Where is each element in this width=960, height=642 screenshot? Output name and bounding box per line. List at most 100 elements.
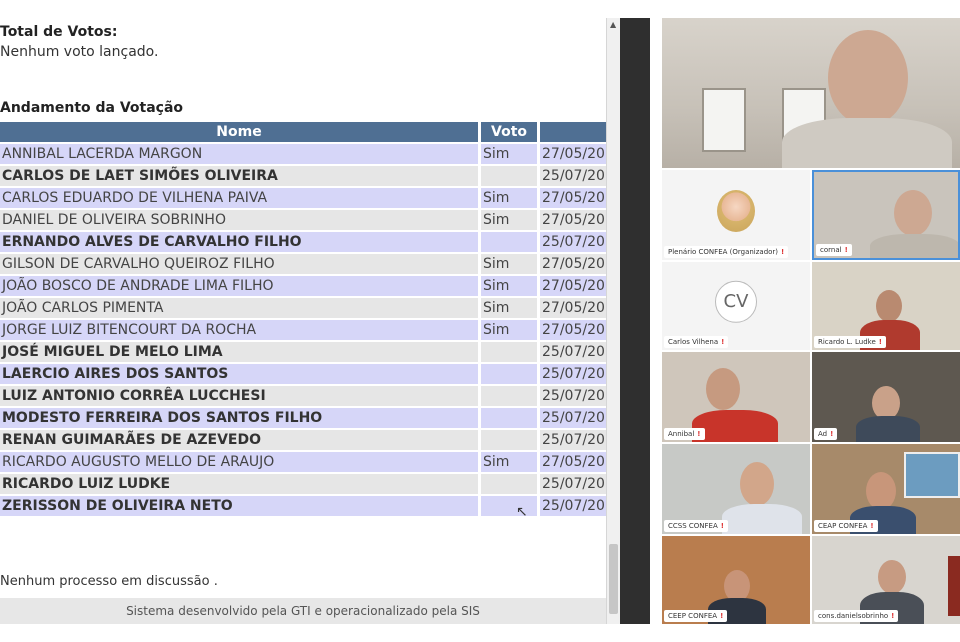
table-row: GILSON DE CARVALHO QUEIROZ FILHO Sim 27/05… bbox=[0, 254, 606, 274]
participant-label: Plenário CONFEA (Organizador)! bbox=[664, 246, 789, 258]
cell-voto: Sim bbox=[478, 276, 537, 296]
cell-data: 27/05/20 bbox=[537, 188, 606, 208]
cell-voto bbox=[478, 474, 537, 494]
cell-voto: Sim bbox=[478, 320, 537, 340]
cell-voto: Sim bbox=[478, 254, 537, 274]
cell-nome: DANIEL DE OLIVEIRA SOBRINHO bbox=[0, 210, 478, 230]
cell-voto bbox=[478, 364, 537, 384]
cell-nome: RICARDO AUGUSTO MELLO DE ARAUJO bbox=[0, 452, 478, 472]
participant-head bbox=[706, 368, 740, 410]
vertical-scrollbar[interactable]: ▲ bbox=[606, 18, 621, 624]
participant-label: Ricardo L. Ludke! bbox=[814, 336, 886, 348]
split-divider bbox=[620, 18, 650, 624]
table-row: JOÃO BOSCO DE ANDRADE LIMA FILHO Sim 27/05… bbox=[0, 276, 606, 296]
participant-tile-8[interactable]: CEEP CONFEA! bbox=[662, 536, 810, 624]
cell-nome: GILSON DE CARVALHO QUEIROZ FILHO bbox=[0, 254, 478, 274]
cell-data: 25/07/20 bbox=[537, 474, 606, 494]
cell-data: 27/05/20 bbox=[537, 452, 606, 472]
cell-nome: CARLOS DE LAET SIMÕES OLIVEIRA bbox=[0, 166, 478, 186]
participant-initials-avatar: CV bbox=[715, 280, 757, 323]
participant-head bbox=[740, 462, 774, 506]
table-row: DANIEL DE OLIVEIRA SOBRINHO Sim 27/05/20 bbox=[0, 210, 606, 230]
main-speaker-video[interactable] bbox=[662, 18, 960, 168]
red-object bbox=[948, 556, 960, 616]
participant-body bbox=[722, 504, 802, 534]
top-strip bbox=[0, 0, 960, 18]
cell-data: 27/05/20 bbox=[537, 320, 606, 340]
table-row: LAERCIO AIRES DOS SANTOS 25/07/20 bbox=[0, 364, 606, 384]
cell-data: 27/05/20 bbox=[537, 210, 606, 230]
participant-body bbox=[856, 416, 920, 442]
participant-label: CEEP CONFEA! bbox=[664, 610, 728, 622]
cell-nome: JOSÉ MIGUEL DE MELO LIMA bbox=[0, 342, 478, 362]
cell-voto bbox=[478, 408, 537, 428]
cell-data: 25/07/20 bbox=[537, 166, 606, 186]
participant-head bbox=[878, 560, 906, 594]
cell-voto: Sim bbox=[478, 298, 537, 318]
table-row: RENAN GUIMARÃES DE AZEVEDO 25/07/20 bbox=[0, 430, 606, 450]
cell-nome: ANNIBAL LACERDA MARGON bbox=[0, 144, 478, 164]
cell-nome: LAERCIO AIRES DOS SANTOS bbox=[0, 364, 478, 384]
participant-head bbox=[876, 290, 902, 322]
scrollbar-thumb[interactable] bbox=[609, 544, 618, 614]
votes-table: Nome Voto ANNIBAL LACERDA MARGON Sim 27/05… bbox=[0, 120, 606, 518]
participant-tile-5[interactable]: Ad! bbox=[812, 352, 960, 442]
table-row: ANNIBAL LACERDA MARGON Sim 27/05/20 bbox=[0, 144, 606, 164]
cell-data: 27/05/20 bbox=[537, 254, 606, 274]
table-row: CARLOS EDUARDO DE VILHENA PAIVA Sim 27/05/… bbox=[0, 188, 606, 208]
table-row: CARLOS DE LAET SIMÕES OLIVEIRA 25/07/20 bbox=[0, 166, 606, 186]
cell-data: 25/07/20 bbox=[537, 364, 606, 384]
voting-panel: Total de Votos: Nenhum voto lançado. And… bbox=[0, 18, 606, 624]
cell-data: 27/05/20 bbox=[537, 298, 606, 318]
cell-nome: MODESTO FERREIRA DOS SANTOS FILHO bbox=[0, 408, 478, 428]
participant-tile-3[interactable]: Ricardo L. Ludke! bbox=[812, 262, 960, 350]
participant-label: cornal! bbox=[816, 244, 852, 256]
participant-head bbox=[866, 472, 896, 510]
participant-tile-2[interactable]: CV Carlos Vilhena! bbox=[662, 262, 810, 350]
participant-label: Annibal! bbox=[664, 428, 705, 440]
cell-nome: JOÃO CARLOS PIMENTA bbox=[0, 298, 478, 318]
table-row: RICARDO LUIZ LUDKE 25/07/20 bbox=[0, 474, 606, 494]
window-shape bbox=[702, 88, 746, 152]
scroll-up-arrow-icon[interactable]: ▲ bbox=[610, 20, 616, 29]
cell-data: 27/05/20 bbox=[537, 144, 606, 164]
participant-head bbox=[894, 190, 932, 236]
participant-tile-4[interactable]: Annibal! bbox=[662, 352, 810, 442]
cell-nome: LUIZ ANTONIO CORRÊA LUCCHESI bbox=[0, 386, 478, 406]
participant-tile-9[interactable]: cons.danielsobrinho! bbox=[812, 536, 960, 624]
total-votes-text: Nenhum voto lançado. bbox=[0, 44, 159, 60]
cell-nome: JOÃO BOSCO DE ANDRADE LIMA FILHO bbox=[0, 276, 478, 296]
cell-voto bbox=[478, 386, 537, 406]
column-header-data bbox=[537, 122, 606, 142]
participant-label: CCSS CONFEA! bbox=[664, 520, 728, 532]
cell-voto bbox=[478, 342, 537, 362]
cell-voto bbox=[478, 496, 537, 516]
wall-painting bbox=[904, 452, 960, 498]
cell-data: 25/07/20 bbox=[537, 430, 606, 450]
table-row: RICARDO AUGUSTO MELLO DE ARAUJO Sim 27/05/… bbox=[0, 452, 606, 472]
cell-voto: Sim bbox=[478, 210, 537, 230]
column-header-nome: Nome bbox=[0, 122, 478, 142]
table-row: LUIZ ANTONIO CORRÊA LUCCHESI 25/07/20 bbox=[0, 386, 606, 406]
participant-tile-1[interactable]: cornal! bbox=[812, 170, 960, 260]
participant-tile-7[interactable]: CEAP CONFEA! bbox=[812, 444, 960, 534]
participant-tile-6[interactable]: CCSS CONFEA! bbox=[662, 444, 810, 534]
participant-body bbox=[870, 234, 958, 258]
votes-table-body: ANNIBAL LACERDA MARGON Sim 27/05/20 CARLOS … bbox=[0, 144, 606, 516]
bottom-strip bbox=[0, 624, 960, 642]
participant-avatar-photo bbox=[717, 190, 755, 233]
total-votes-title: Total de Votos: bbox=[0, 24, 118, 40]
table-row: ERNANDO ALVES DE CARVALHO FILHO 25/07/20 bbox=[0, 232, 606, 252]
cell-nome: ERNANDO ALVES DE CARVALHO FILHO bbox=[0, 232, 478, 252]
mouse-cursor-icon: ↖ bbox=[516, 504, 528, 520]
cell-data: 25/07/20 bbox=[537, 342, 606, 362]
cell-nome: JORGE LUIZ BITENCOURT DA ROCHA bbox=[0, 320, 478, 340]
table-row: JORGE LUIZ BITENCOURT DA ROCHA Sim 27/05/2… bbox=[0, 320, 606, 340]
cell-voto bbox=[478, 430, 537, 450]
cell-nome: CARLOS EDUARDO DE VILHENA PAIVA bbox=[0, 188, 478, 208]
participant-label: CEAP CONFEA! bbox=[814, 520, 878, 532]
cell-data: 25/07/20 bbox=[537, 386, 606, 406]
participant-tile-0[interactable]: Plenário CONFEA (Organizador)! bbox=[662, 170, 810, 260]
cell-data: 25/07/20 bbox=[537, 496, 606, 516]
cell-data: 25/07/20 bbox=[537, 408, 606, 428]
